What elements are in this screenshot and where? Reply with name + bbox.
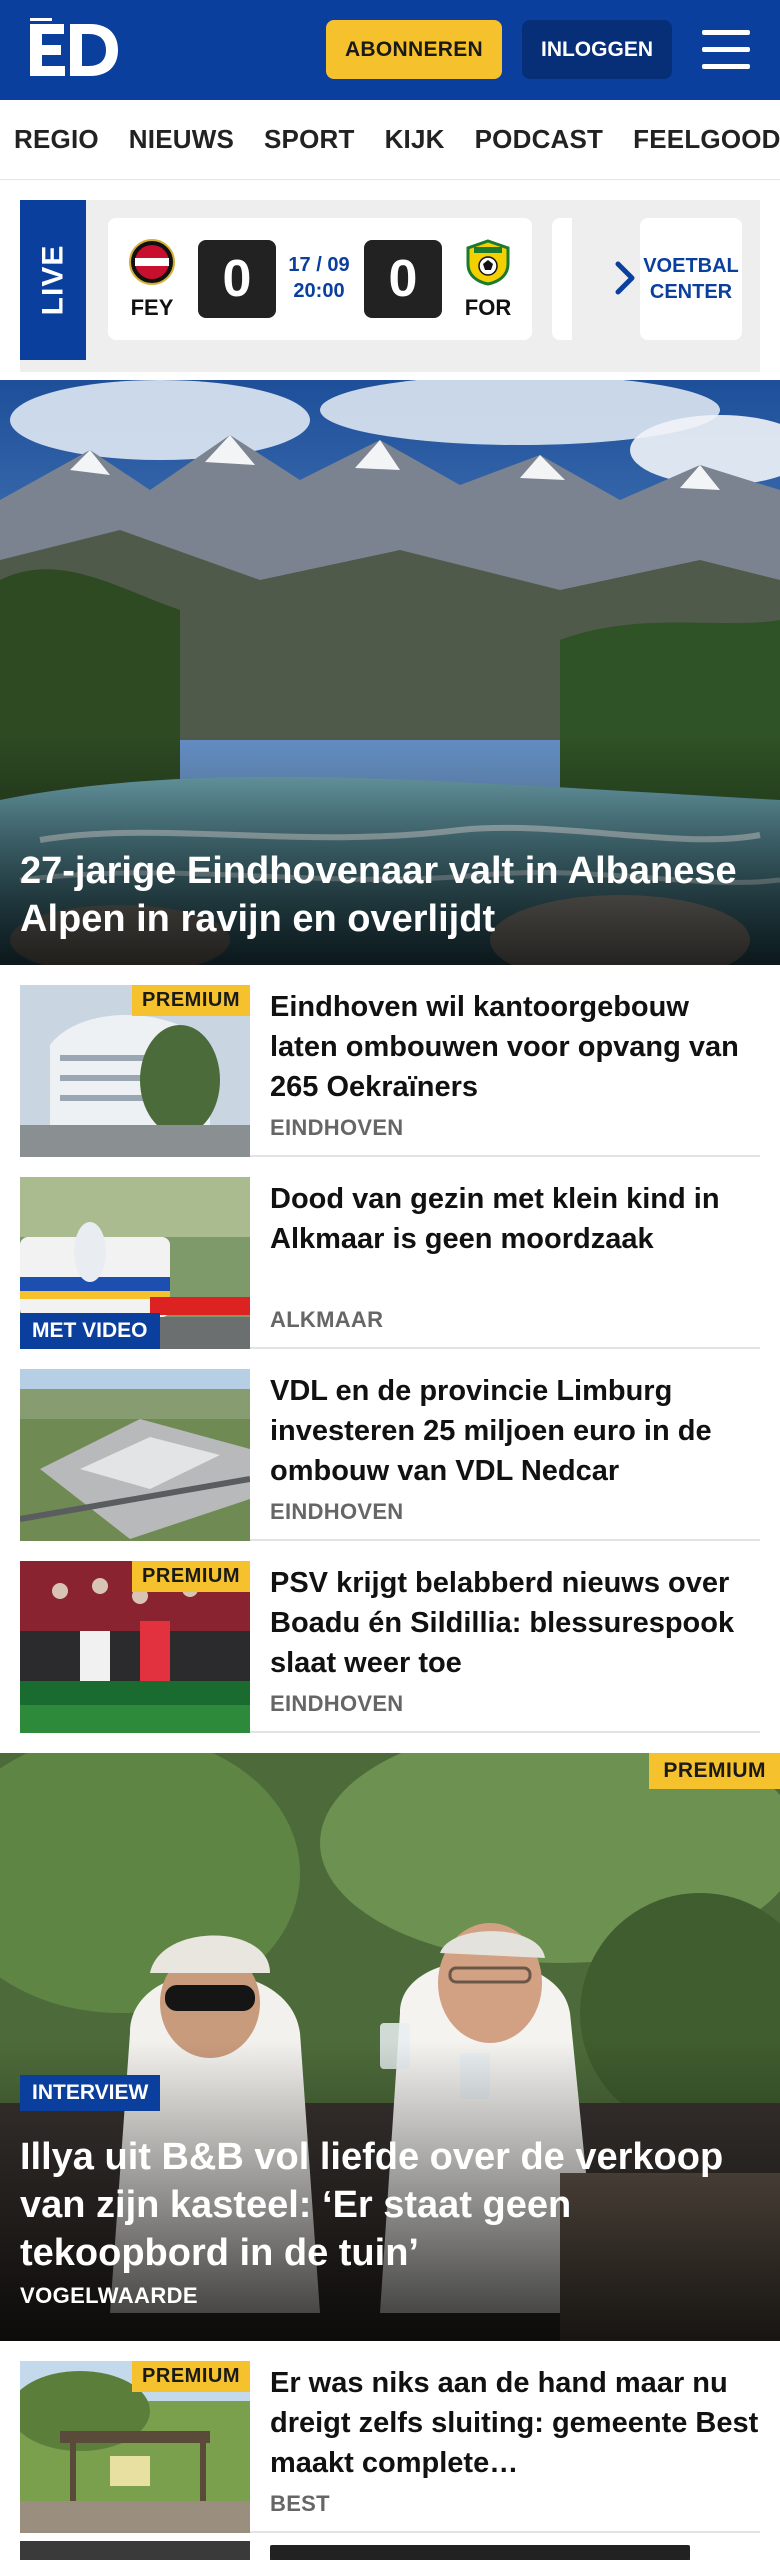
nav-item-podcast[interactable]: PODCAST bbox=[475, 124, 604, 155]
list-item[interactable]: MET VIDEO Dood van gezin met klein kind … bbox=[20, 1157, 760, 1349]
hero-headline[interactable]: 27-jarige Eindhovenaar valt in Albanese … bbox=[20, 847, 760, 943]
premium-badge: PREMIUM bbox=[132, 1561, 250, 1592]
article-list: PREMIUM Eindhoven wil kantoorgebouw late… bbox=[0, 965, 780, 1733]
feature-headline[interactable]: Illya uit B&B vol liefde over de verkoop… bbox=[20, 2133, 762, 2277]
article-thumbnail bbox=[20, 2541, 250, 2560]
article-location[interactable]: EINDHOVEN bbox=[270, 1115, 404, 1141]
away-team: FOR bbox=[458, 238, 518, 321]
article-title-partial bbox=[270, 2545, 690, 2560]
list-item[interactable]: PREMIUM Er was niks aan de hand maar nu … bbox=[20, 2341, 760, 2533]
feature-location[interactable]: VOGELWAARDE bbox=[20, 2283, 198, 2309]
article-title[interactable]: Dood van gezin met klein kind in Alkmaar… bbox=[270, 1179, 760, 1259]
article-title[interactable]: VDL en de provincie Limburg investeren 2… bbox=[270, 1371, 760, 1491]
interview-label: INTERVIEW bbox=[20, 2075, 161, 2111]
list-item[interactable]: PREMIUM PSV krijgt belabberd nieuws over… bbox=[20, 1541, 760, 1733]
next-match-card-partial[interactable] bbox=[552, 218, 572, 340]
nav-item-regio[interactable]: REGIO bbox=[14, 124, 99, 155]
top-bar: ABONNEREN INLOGGEN bbox=[0, 0, 780, 100]
match-card[interactable]: FEY 0 17 / 09 20:00 0 FOR bbox=[108, 218, 532, 340]
home-score: 0 bbox=[198, 240, 276, 318]
premium-badge: PREMIUM bbox=[649, 1753, 780, 1789]
article-thumbnail: MET VIDEO bbox=[20, 1177, 250, 1349]
live-label: LIVE bbox=[20, 200, 86, 360]
chevron-right-icon[interactable] bbox=[610, 258, 640, 298]
nav-item-kijk[interactable]: KIJK bbox=[385, 124, 445, 155]
nav-item-nieuws[interactable]: NIEUWS bbox=[129, 124, 234, 155]
next-article-partial[interactable] bbox=[20, 2541, 760, 2560]
article-location[interactable]: ALKMAAR bbox=[270, 1307, 383, 1333]
article-title[interactable]: Er was niks aan de hand maar nu dreigt z… bbox=[270, 2363, 760, 2483]
home-team: FEY bbox=[122, 238, 182, 321]
article-location[interactable]: BEST bbox=[270, 2491, 330, 2517]
match-date: 17 / 09 bbox=[288, 254, 350, 276]
ed-logo[interactable] bbox=[26, 18, 122, 82]
article-list-2: PREMIUM Er was niks aan de hand maar nu … bbox=[0, 2341, 780, 2533]
hamburger-menu-icon[interactable] bbox=[702, 30, 750, 70]
list-item[interactable]: VDL en de provincie Limburg investeren 2… bbox=[20, 1349, 760, 1541]
video-badge: MET VIDEO bbox=[20, 1313, 160, 1349]
login-button[interactable]: INLOGGEN bbox=[522, 20, 672, 79]
home-team-abbr: FEY bbox=[130, 295, 174, 320]
article-thumbnail: PREMIUM bbox=[20, 2361, 250, 2533]
feyenoord-badge-icon bbox=[129, 239, 175, 285]
premium-badge: PREMIUM bbox=[132, 985, 250, 1016]
nav-item-feelgood[interactable]: FEELGOOD bbox=[633, 124, 780, 155]
match-time: 20:00 bbox=[293, 280, 345, 302]
section-nav: REGIO NIEUWS SPORT KIJK PODCAST FEELGOOD bbox=[0, 100, 780, 180]
article-location[interactable]: EINDHOVEN bbox=[270, 1499, 404, 1525]
feature-article[interactable]: PREMIUM INTERVIEW Illya uit B&B vol lief… bbox=[0, 1753, 780, 2341]
article-thumbnail bbox=[20, 1369, 250, 1541]
hero-article[interactable]: 27-jarige Eindhovenaar valt in Albanese … bbox=[0, 380, 780, 965]
match-datetime: 17 / 09 20:00 bbox=[280, 252, 358, 304]
article-thumbnail: PREMIUM bbox=[20, 985, 250, 1157]
article-thumbnail: PREMIUM bbox=[20, 1561, 250, 1733]
article-location[interactable]: EINDHOVEN bbox=[270, 1691, 404, 1717]
article-title[interactable]: Eindhoven wil kantoorgebouw laten ombouw… bbox=[270, 987, 760, 1107]
away-team-abbr: FOR bbox=[464, 295, 512, 320]
premium-badge: PREMIUM bbox=[132, 2361, 250, 2392]
article-title[interactable]: PSV krijgt belabberd nieuws over Boadu é… bbox=[270, 1563, 760, 1683]
subscribe-button[interactable]: ABONNEREN bbox=[326, 20, 502, 79]
voetbal-center-link[interactable]: VOETBAL CENTER bbox=[640, 218, 742, 340]
away-score: 0 bbox=[364, 240, 442, 318]
live-scores-bar: LIVE FEY 0 17 / 09 20:00 0 FOR VOETBAL C… bbox=[20, 200, 760, 372]
fortuna-badge-icon bbox=[466, 239, 510, 286]
nav-item-sport[interactable]: SPORT bbox=[264, 124, 355, 155]
list-item[interactable]: PREMIUM Eindhoven wil kantoorgebouw late… bbox=[20, 965, 760, 1157]
